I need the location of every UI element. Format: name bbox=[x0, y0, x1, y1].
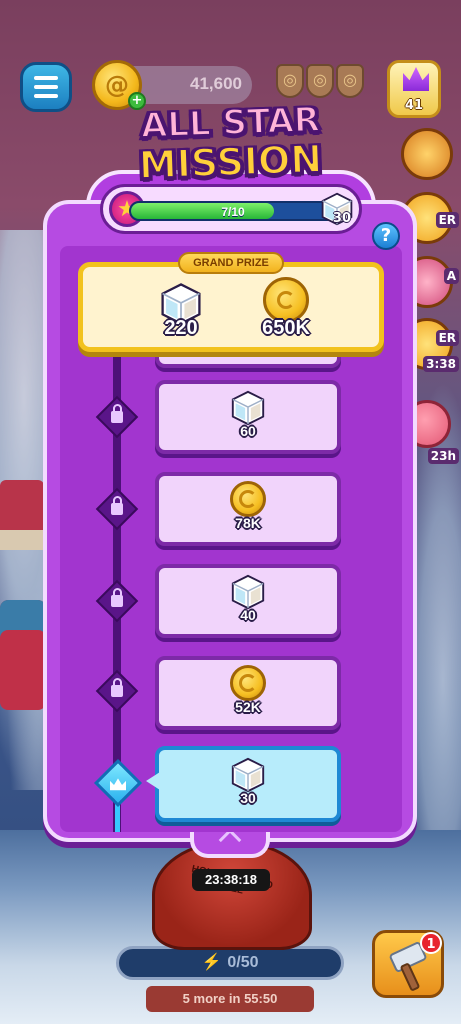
grand-prize-dice-amount: 220 bbox=[164, 317, 198, 339]
grand-prize-dice: 220 bbox=[161, 281, 201, 339]
reward-amount: 30 bbox=[240, 790, 256, 806]
collapse-panel-button[interactable] bbox=[190, 828, 270, 858]
background-house bbox=[0, 480, 44, 550]
piggy-bank-timer: 23h bbox=[427, 448, 459, 464]
shields: ◎ ◎ ◎ bbox=[276, 64, 364, 98]
reward-amount: 60 bbox=[240, 423, 256, 439]
lock-glyph bbox=[111, 685, 123, 697]
page-title: ALL STAR MISSION bbox=[0, 99, 461, 188]
lightning-icon: ⚡ bbox=[201, 954, 222, 971]
coin-swirl bbox=[239, 490, 257, 508]
progress-track: 7/10 bbox=[129, 201, 337, 221]
side-event-label: ER bbox=[435, 330, 459, 346]
crown-gem-icon bbox=[403, 67, 429, 91]
reward-content: 40 bbox=[228, 573, 268, 629]
reward-card-partial bbox=[155, 352, 341, 368]
reward-amount: 40 bbox=[240, 607, 256, 623]
help-button[interactable]: ? bbox=[372, 222, 400, 250]
dice-icon bbox=[231, 574, 265, 610]
lock-glyph bbox=[111, 411, 123, 423]
menu-icon-bar bbox=[34, 76, 58, 80]
reward-content: 60 bbox=[228, 389, 268, 445]
reward-card[interactable]: 52K bbox=[155, 656, 341, 730]
hammer-handle-icon bbox=[399, 962, 421, 992]
menu-icon-bar bbox=[34, 94, 58, 98]
reward-card[interactable]: 60 bbox=[155, 380, 341, 454]
coin-icon bbox=[230, 665, 266, 701]
chevron-up-icon bbox=[218, 828, 242, 852]
shield-icon: ◎ bbox=[276, 64, 304, 98]
crown-glyph bbox=[110, 778, 126, 790]
progress-text: 7/10 bbox=[221, 205, 245, 219]
side-event-label: ER bbox=[435, 212, 459, 228]
event-timer: 23:38:18 bbox=[192, 869, 270, 891]
coin-swirl bbox=[277, 291, 295, 309]
shield-icon: ◎ bbox=[336, 64, 364, 98]
energy-refill: 5 more in 55:50 bbox=[146, 986, 314, 1012]
reward-content: 52K bbox=[228, 665, 268, 721]
notification-badge: 1 bbox=[420, 932, 442, 954]
reward-card[interactable]: 78K bbox=[155, 472, 341, 546]
reward-content: 78K bbox=[228, 481, 268, 537]
coin-swirl bbox=[239, 674, 257, 692]
reward-content: 30 bbox=[228, 756, 268, 812]
side-event-label: A bbox=[443, 268, 459, 284]
reward-amount: 78K bbox=[235, 515, 261, 531]
reward-card-current[interactable]: 30 bbox=[155, 746, 341, 822]
dice-icon bbox=[231, 390, 265, 426]
lock-glyph bbox=[111, 503, 123, 515]
grand-prize-coins-amount: 650K bbox=[262, 317, 310, 339]
coin-icon bbox=[230, 481, 266, 517]
background-building bbox=[0, 600, 46, 710]
dice-icon bbox=[231, 757, 265, 793]
mission-progress: ★ 7/10 30 bbox=[100, 184, 362, 234]
grand-prize-card: 220 650K bbox=[78, 262, 384, 352]
lock-glyph bbox=[111, 595, 123, 607]
energy-value: 0/50 bbox=[227, 954, 259, 971]
side-event-timer: 3:38 bbox=[423, 356, 459, 372]
menu-icon-bar bbox=[34, 85, 58, 89]
shield-icon: ◎ bbox=[306, 64, 334, 98]
reward-card[interactable]: 40 bbox=[155, 564, 341, 638]
reward-amount: 52K bbox=[235, 699, 261, 715]
grand-prize-label: GRAND PRIZE bbox=[178, 252, 284, 274]
energy-bar: ⚡ 0/50 bbox=[116, 946, 344, 980]
progress-reward-amount: 30 bbox=[332, 211, 351, 226]
grand-prize-coins: 650K bbox=[262, 277, 310, 339]
